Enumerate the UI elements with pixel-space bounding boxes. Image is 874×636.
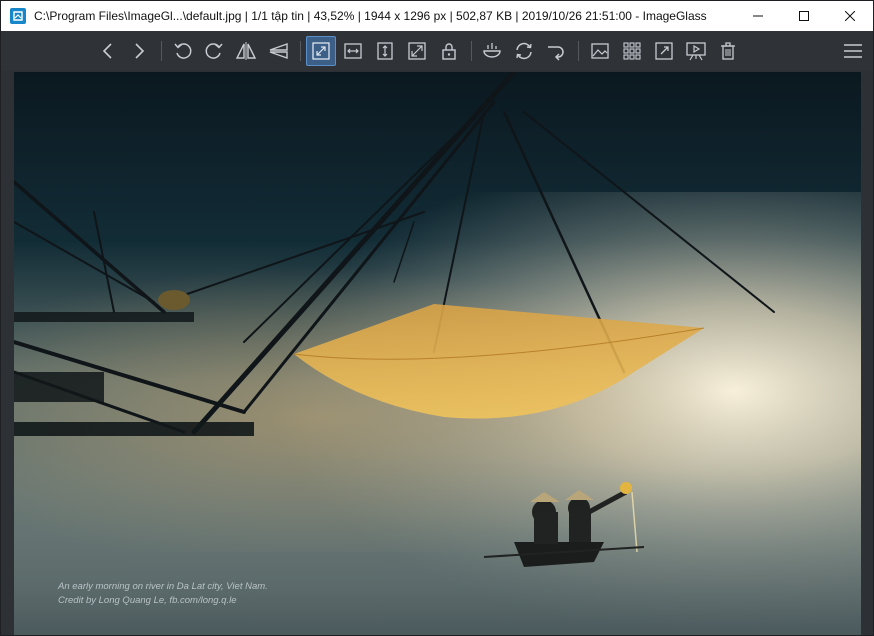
image-viewer[interactable]: An early morning on river in Da Lat city… xyxy=(14,72,861,635)
maximize-button[interactable] xyxy=(781,1,827,31)
close-button[interactable] xyxy=(827,1,873,31)
toolbar-separator xyxy=(300,41,301,61)
rotate-left-icon xyxy=(174,43,192,59)
main-menu-button[interactable] xyxy=(839,37,867,65)
fullscreen-icon xyxy=(655,42,673,60)
scale-to-fit-icon xyxy=(408,42,426,60)
toolbar-separator xyxy=(578,41,579,61)
toolbar xyxy=(1,31,873,71)
scale-to-fit-button[interactable] xyxy=(403,37,431,65)
close-icon xyxy=(845,11,855,21)
scale-to-height-button[interactable] xyxy=(371,37,399,65)
scale-to-height-icon xyxy=(377,42,393,60)
slideshow-icon xyxy=(686,42,706,61)
rotate-left-button[interactable] xyxy=(169,37,197,65)
next-image-button[interactable] xyxy=(125,37,153,65)
imageglass-logo-icon xyxy=(10,8,26,24)
next-image-icon xyxy=(135,43,145,59)
thumbnail-bar-icon xyxy=(591,43,609,59)
fullscreen-button[interactable] xyxy=(650,37,678,65)
previous-image-icon xyxy=(102,43,112,59)
rotate-right-icon xyxy=(205,43,223,59)
photo-river-fishing-nets xyxy=(14,72,861,635)
rotate-right-button[interactable] xyxy=(200,37,228,65)
slideshow-button[interactable] xyxy=(682,37,710,65)
flip-horizontal-button[interactable] xyxy=(232,37,260,65)
checkerboard-background-icon xyxy=(483,43,501,58)
refresh-icon xyxy=(516,42,532,60)
minimize-button[interactable] xyxy=(735,1,781,31)
flip-horizontal-icon xyxy=(235,42,257,60)
maximize-icon xyxy=(799,11,809,21)
toolbar-separator xyxy=(161,41,162,61)
goto-image-icon xyxy=(548,46,564,61)
delete-button[interactable] xyxy=(714,37,742,65)
title-bar[interactable]: C:\Program Files\ImageGl...\default.jpg … xyxy=(1,1,873,31)
window-title: C:\Program Files\ImageGl...\default.jpg … xyxy=(34,9,707,23)
checkerboard-background-button[interactable] xyxy=(478,37,506,65)
flip-vertical-button[interactable] xyxy=(264,37,292,65)
flip-vertical-icon xyxy=(269,43,288,59)
delete-icon xyxy=(721,42,735,60)
minimize-icon xyxy=(753,15,763,17)
lock-zoom-icon xyxy=(442,43,456,60)
gallery-grid-icon xyxy=(623,42,641,60)
auto-zoom-button[interactable] xyxy=(306,36,336,66)
lock-zoom-button[interactable] xyxy=(435,37,463,65)
thumbnail-bar-button[interactable] xyxy=(586,37,614,65)
scale-to-width-button[interactable] xyxy=(339,37,367,65)
imageglass-window: C:\Program Files\ImageGl...\default.jpg … xyxy=(0,0,874,636)
refresh-button[interactable] xyxy=(510,37,538,65)
image-caption: An early morning on river in Da Lat city… xyxy=(58,581,268,592)
previous-image-button[interactable] xyxy=(94,37,122,65)
goto-image-button[interactable] xyxy=(542,37,570,65)
image-credit: Credit by Long Quang Le, fb.com/long.q.l… xyxy=(58,595,237,606)
toolbar-separator xyxy=(471,41,472,61)
auto-zoom-icon xyxy=(312,42,330,60)
scale-to-width-icon xyxy=(344,43,362,59)
gallery-grid-button[interactable] xyxy=(618,37,646,65)
main-menu-icon xyxy=(844,44,862,58)
